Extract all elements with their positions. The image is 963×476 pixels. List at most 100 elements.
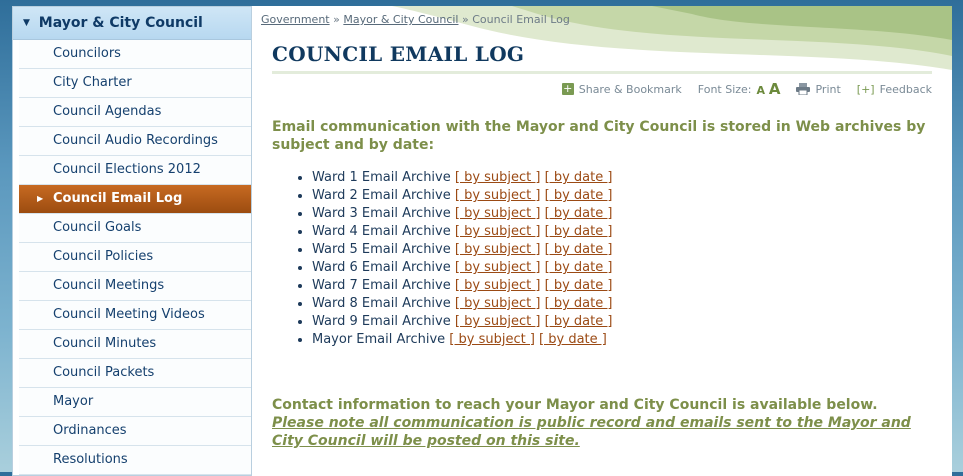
archive-list-item: Ward 1 Email Archive [ by subject ] [ by… — [312, 169, 612, 187]
feedback-button[interactable]: [+] Feedback — [857, 83, 932, 96]
sidebar-item[interactable]: Council Meeting Videos — [19, 301, 251, 330]
sidebar-item-label: Council Elections 2012 — [53, 162, 201, 177]
archive-list-item: Ward 8 Email Archive [ by subject ] [ by… — [312, 295, 612, 313]
page-tools: + Share & Bookmark Font Size: A A Print … — [561, 80, 932, 98]
sidebar-item-label: Council Meetings — [53, 278, 165, 293]
archive-name: Ward 9 Email Archive — [312, 314, 451, 329]
by-subject-link[interactable]: [ by subject ] — [455, 206, 541, 221]
font-size-large-button[interactable]: A — [769, 80, 781, 98]
breadcrumb-link-mayor-city-council[interactable]: Mayor & City Council — [343, 13, 458, 26]
sidebar-item-label: Council Email Log — [53, 191, 183, 206]
triangle-down-icon: ▼ — [23, 18, 30, 28]
sidebar-item[interactable]: Council Agendas — [19, 98, 251, 127]
font-size-options: A A — [757, 80, 781, 98]
public-record-notice-link[interactable]: Please note all communication is public … — [272, 415, 911, 449]
archive-name: Ward 6 Email Archive — [312, 260, 451, 275]
by-subject-link[interactable]: [ by subject ] — [455, 314, 541, 329]
breadcrumb-separator: » — [333, 13, 340, 26]
sidebar-item-label: Council Policies — [53, 249, 154, 264]
by-subject-link[interactable]: [ by subject ] — [455, 278, 541, 293]
sidebar-item-label: Council Packets — [53, 365, 155, 380]
archive-list-item: Ward 9 Email Archive [ by subject ] [ by… — [312, 313, 612, 331]
font-size-small-button[interactable]: A — [757, 84, 766, 97]
by-date-link[interactable]: [ by date ] — [545, 224, 613, 239]
archive-name: Ward 8 Email Archive — [312, 296, 451, 311]
share-bookmark-button[interactable]: + Share & Bookmark — [561, 82, 682, 96]
sidebar-item[interactable]: Council Minutes — [19, 330, 251, 359]
sidebar-item-label: Council Minutes — [53, 336, 157, 351]
archive-list-item: Ward 6 Email Archive [ by subject ] [ by… — [312, 259, 612, 277]
by-date-link[interactable]: [ by date ] — [545, 296, 613, 311]
archive-name: Ward 4 Email Archive — [312, 224, 451, 239]
feedback-icon: [+] — [856, 82, 875, 96]
by-subject-link[interactable]: [ by subject ] — [455, 224, 541, 239]
archive-name: Ward 2 Email Archive — [312, 188, 451, 203]
by-date-link[interactable]: [ by date ] — [545, 188, 613, 203]
sidebar-item-label: Council Goals — [53, 220, 142, 235]
by-date-link[interactable]: [ by date ] — [539, 332, 607, 347]
sidebar-item[interactable]: Council Elections 2012 — [19, 156, 251, 185]
archive-name: Ward 5 Email Archive — [312, 242, 451, 257]
archive-list: Ward 1 Email Archive [ by subject ] [ by… — [272, 169, 612, 349]
breadcrumb-separator: » — [461, 13, 469, 26]
sidebar-item-label: Council Agendas — [53, 104, 162, 119]
by-date-link[interactable]: [ by date ] — [545, 260, 613, 275]
share-bookmark-label: Share & Bookmark — [578, 82, 682, 96]
by-subject-link[interactable]: [ by subject ] — [455, 188, 541, 203]
sidebar-item[interactable]: Council Packets — [19, 359, 251, 388]
by-date-link[interactable]: [ by date ] — [545, 206, 613, 221]
archive-name: Ward 1 Email Archive — [312, 170, 451, 185]
notice-paragraph: Please note all communication is public … — [272, 414, 932, 450]
sidebar-item[interactable]: City Charter — [19, 69, 251, 98]
print-label: Print — [815, 82, 841, 96]
by-date-link[interactable]: [ by date ] — [545, 314, 613, 329]
archive-name: Mayor Email Archive — [312, 332, 446, 347]
sidebar-heading[interactable]: ▼ Mayor & City Council — [13, 7, 251, 40]
sidebar-item[interactable]: Mayor — [19, 388, 251, 417]
by-subject-link[interactable]: [ by subject ] — [455, 242, 541, 257]
font-size-control: Font Size: A A — [698, 80, 781, 98]
page-title: COUNCIL EMAIL LOG — [272, 42, 525, 66]
by-date-link[interactable]: [ by date ] — [545, 170, 613, 185]
by-date-link[interactable]: [ by date ] — [545, 278, 613, 293]
sidebar-item-label: Resolutions — [53, 452, 128, 467]
sidebar-item-label: Council Meeting Videos — [53, 307, 205, 322]
plus-square-icon: + — [561, 82, 574, 95]
sidebar-item-label: City Charter — [53, 75, 132, 90]
sidebar-nav: Councilors City Charter Council Agendas Cou… — [13, 40, 251, 475]
sidebar-item[interactable]: Council Goals — [19, 214, 251, 243]
archive-name: Ward 7 Email Archive — [312, 278, 451, 293]
sidebar-item[interactable]: Ordinances — [19, 417, 251, 446]
main-content: Government » Mayor & City Council » Coun… — [252, 6, 952, 476]
sidebar-item-label: Ordinances — [53, 423, 127, 438]
by-subject-link[interactable]: [ by subject ] — [449, 332, 535, 347]
feedback-label: Feedback — [879, 82, 932, 96]
by-date-link[interactable]: [ by date ] — [545, 242, 613, 257]
breadcrumb-link-government[interactable]: Government — [261, 13, 330, 26]
sidebar-item-label: Councilors — [53, 46, 121, 61]
breadcrumb: Government » Mayor & City Council » Coun… — [261, 13, 570, 26]
print-button[interactable]: Print — [796, 82, 841, 96]
by-subject-link[interactable]: [ by subject ] — [455, 260, 541, 275]
archive-list-item: Ward 2 Email Archive [ by subject ] [ by… — [312, 187, 612, 205]
sidebar-item[interactable]: Council Audio Recordings — [19, 127, 251, 156]
sidebar-item[interactable]: Councilors — [19, 40, 251, 69]
left-sidebar: ▼ Mayor & City Council Councilors City Ch… — [12, 6, 252, 476]
by-subject-link[interactable]: [ by subject ] — [455, 170, 541, 185]
archive-list-item: Ward 3 Email Archive [ by subject ] [ by… — [312, 205, 612, 223]
sidebar-item[interactable]: Council Meetings — [19, 272, 251, 301]
sidebar-item-label: Council Audio Recordings — [53, 133, 218, 148]
triangle-right-icon: ▶ — [37, 194, 44, 203]
sidebar-item[interactable]: ▶ Council Email Log — [19, 185, 251, 214]
sidebar-item[interactable]: Council Policies — [19, 243, 251, 272]
breadcrumb-current: Council Email Log — [472, 13, 570, 26]
intro-text: Email communication with the Mayor and C… — [272, 119, 926, 153]
archive-name: Ward 3 Email Archive — [312, 206, 451, 221]
archive-list-item: Mayor Email Archive [ by subject ] [ by … — [312, 331, 612, 349]
printer-icon — [796, 83, 811, 95]
sidebar-heading-label: Mayor & City Council — [38, 15, 203, 31]
font-size-label: Font Size: — [697, 82, 752, 96]
sidebar-item[interactable]: Resolutions — [19, 446, 251, 475]
by-subject-link[interactable]: [ by subject ] — [455, 296, 541, 311]
archive-list-item: Ward 4 Email Archive [ by subject ] [ by… — [312, 223, 612, 241]
